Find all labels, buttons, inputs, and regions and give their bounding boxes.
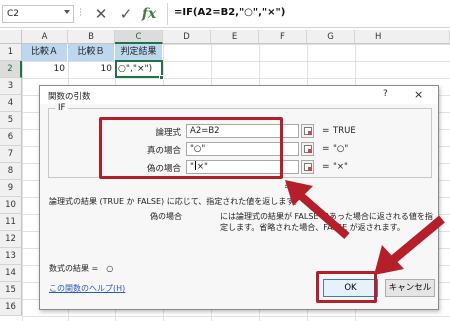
row-header-4[interactable]: 4 [0, 95, 22, 112]
formula-result: 数式の結果 = ○ [49, 264, 114, 273]
row-header-6[interactable]: 6 [0, 129, 22, 146]
arrow-to-arguments [285, 180, 350, 240]
arg-equals: = [322, 126, 330, 136]
column-header-b[interactable]: B [68, 30, 115, 44]
close-icon[interactable]: × [414, 88, 423, 101]
argument-description-label: 偽の場合 [150, 212, 182, 221]
arg-equals: = [322, 162, 330, 172]
range-select-icon [304, 127, 312, 135]
row-header-10[interactable]: 10 [0, 197, 22, 214]
help-icon[interactable]: ? [383, 89, 388, 99]
arg-equals: = [322, 144, 330, 154]
column-header-h[interactable]: H [355, 30, 450, 44]
column-header-c[interactable]: C [115, 30, 163, 44]
collapse-dialog-button[interactable] [301, 124, 314, 138]
function-description: 論理式の結果 (TRUE か FALSE) に応じて、指定された値を返します。 [49, 197, 302, 206]
arguments-highlight-box [99, 117, 283, 179]
cell-b1[interactable]: 比較Ｂ [68, 44, 115, 61]
row-header-12[interactable]: 12 [0, 231, 22, 248]
column-header-g[interactable]: G [307, 30, 355, 44]
column-header-a[interactable]: A [22, 30, 68, 44]
cell-c1[interactable]: 判定結果 [115, 44, 163, 61]
collapse-dialog-button[interactable] [301, 160, 314, 174]
name-box[interactable]: C2 [2, 5, 74, 23]
row-header-5[interactable]: 5 [0, 112, 22, 129]
cell-b2[interactable]: 10 [68, 61, 115, 78]
dialog-titlebar[interactable]: 関数の引数 ? × [40, 86, 438, 104]
range-select-icon [304, 145, 312, 153]
fx-label: fx [141, 6, 157, 22]
column-header-d[interactable]: D [163, 30, 211, 44]
active-cell-border [115, 60, 163, 78]
cell-a1[interactable]: 比較Ａ [22, 44, 68, 61]
fill-handle[interactable] [159, 75, 164, 80]
name-box-value: C2 [7, 9, 20, 19]
row-header-14[interactable]: 14 [0, 265, 22, 282]
name-box-dropdown-icon[interactable] [64, 10, 70, 14]
formula-bar-grip-icon: · · · [79, 5, 82, 21]
function-help-link[interactable]: この関数のヘルプ(H) [49, 283, 125, 294]
row-header-16[interactable]: 16 [0, 299, 22, 316]
row-header-13[interactable]: 13 [0, 248, 22, 265]
dialog-title: 関数の引数 [48, 92, 91, 102]
row-header-2[interactable]: 2 [0, 61, 22, 78]
row-header-8[interactable]: 8 [0, 163, 22, 180]
insert-function-icon[interactable]: fx [140, 6, 158, 22]
confirm-entry-icon[interactable]: ✓ [117, 6, 135, 22]
ok-highlight-box [316, 271, 377, 303]
range-select-icon [304, 163, 312, 171]
row-header-15[interactable]: 15 [0, 282, 22, 299]
column-header-e[interactable]: E [211, 30, 259, 44]
arrow-to-ok [374, 215, 445, 275]
formula-bar: C2 · · · ✕ ✓ fx =IF(A2=B2,"○","×") [0, 0, 450, 28]
column-header-f[interactable]: F [259, 30, 307, 44]
row-header-11[interactable]: 11 [0, 214, 22, 231]
collapse-dialog-button[interactable] [301, 142, 314, 156]
row-header-1[interactable]: 1 [0, 44, 22, 61]
logical-test-result: TRUE [333, 126, 356, 136]
row-header-9[interactable]: 9 [0, 180, 22, 197]
formula-input[interactable]: =IF(A2=B2,"○","×") [167, 3, 450, 25]
row-header-3[interactable]: 3 [0, 78, 22, 95]
cancel-entry-icon[interactable]: ✕ [92, 6, 110, 22]
cancel-button[interactable]: キャンセル [385, 279, 435, 297]
select-all-corner[interactable] [0, 30, 22, 44]
cell-a2[interactable]: 10 [22, 61, 68, 78]
row-header-7[interactable]: 7 [0, 146, 22, 163]
function-name: IF [55, 103, 69, 113]
value-if-false-result: "×" [333, 162, 348, 172]
formula-text: =IF(A2=B2,"○","×") [174, 7, 286, 18]
value-if-true-result: "○" [333, 144, 349, 154]
